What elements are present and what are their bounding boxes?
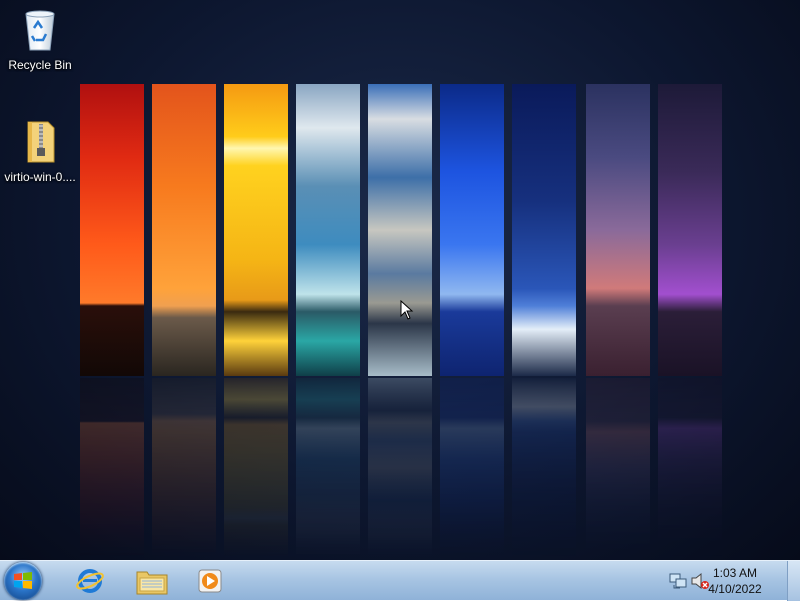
- taskbar-internet-explorer[interactable]: [66, 563, 114, 599]
- wallpaper-reflection: [368, 378, 432, 558]
- windows-orb-icon: [14, 572, 32, 589]
- wallpaper-strip: [224, 84, 288, 376]
- wallpaper-strip: [152, 84, 216, 376]
- wallpaper-strip: [440, 84, 504, 376]
- wallpaper-reflection: [80, 378, 144, 558]
- mouse-cursor-icon: [400, 300, 414, 320]
- wallpaper-reflection: [586, 378, 650, 558]
- wallpaper-strip: [512, 84, 576, 376]
- wallpaper-strip: [368, 84, 432, 376]
- wallpaper-reflection: [658, 378, 722, 558]
- desktop-icon-virtio-win[interactable]: virtio-win-0....: [2, 118, 78, 184]
- show-desktop-button[interactable]: [787, 561, 800, 601]
- clock-date: 4/10/2022: [708, 582, 762, 596]
- network-icon[interactable]: [668, 571, 688, 591]
- wallpaper-reflection: [512, 378, 576, 558]
- system-clock[interactable]: 1:03 AM 4/10/2022: [690, 565, 780, 597]
- desktop[interactable]: Recycle Bin virtio-win-0....: [0, 0, 800, 560]
- recycle-bin-icon: [25, 10, 55, 51]
- taskbar-media-player[interactable]: [186, 563, 234, 599]
- wallpaper-strip: [586, 84, 650, 376]
- recycle-bin-label: Recycle Bin: [8, 58, 72, 72]
- clock-time: 1:03 AM: [712, 566, 758, 580]
- wallpaper-strip: [296, 84, 360, 376]
- internet-explorer-icon: [76, 569, 104, 593]
- media-player-icon: [198, 569, 222, 593]
- wallpaper-reflection: [152, 378, 216, 558]
- wallpaper-reflection: [440, 378, 504, 558]
- wallpaper-reflection: [224, 378, 288, 558]
- start-button[interactable]: [4, 562, 42, 600]
- zip-folder-icon: [27, 121, 55, 163]
- taskbar: 1:03 AM 4/10/2022: [0, 560, 800, 601]
- taskbar-windows-explorer[interactable]: [128, 563, 176, 599]
- wallpaper-strip: [658, 84, 722, 376]
- virtio-win-label: virtio-win-0....: [4, 170, 76, 184]
- wallpaper-strip: [80, 84, 144, 376]
- desktop-icon-recycle-bin[interactable]: Recycle Bin: [2, 6, 78, 72]
- wallpaper-reflection: [296, 378, 360, 558]
- file-explorer-icon: [136, 571, 168, 595]
